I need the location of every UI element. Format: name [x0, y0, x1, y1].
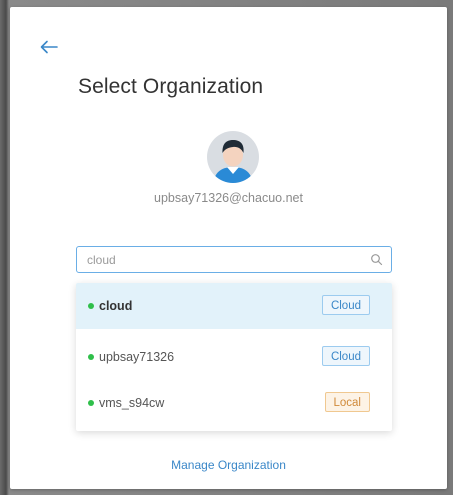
org-name: cloud	[99, 299, 133, 313]
search-icon[interactable]	[370, 253, 383, 266]
org-option-vms-s94cw[interactable]: vms_s94cw Local	[76, 380, 392, 426]
page-title: Select Organization	[78, 75, 264, 98]
user-email: upbsay71326@chacuo.net	[154, 191, 303, 205]
org-option-upbsay71326[interactable]: upbsay71326 Cloud	[76, 334, 392, 380]
online-status-dot	[88, 354, 94, 360]
org-name: upbsay71326	[99, 350, 175, 364]
online-status-dot	[88, 400, 94, 406]
user-avatar-icon	[207, 131, 259, 183]
organization-dropdown: cloud Cloud upbsay71326 Cloud vms_s94cw …	[76, 283, 392, 431]
manage-organization-link[interactable]: Manage Organization	[10, 458, 447, 472]
org-type-badge: Cloud	[321, 295, 370, 315]
select-organization-dialog: Select Organization upbsay71326@chacuo.n…	[10, 7, 447, 489]
org-option-cloud[interactable]: cloud Cloud	[76, 283, 392, 329]
search-input[interactable]	[77, 247, 367, 272]
back-button[interactable]	[35, 35, 63, 63]
organization-search[interactable]	[76, 246, 392, 273]
org-type-badge: Local	[324, 392, 370, 412]
org-name: vms_s94cw	[99, 396, 165, 410]
org-type-badge: Cloud	[321, 346, 370, 366]
arrow-left-icon	[40, 40, 58, 59]
online-status-dot	[88, 303, 94, 309]
